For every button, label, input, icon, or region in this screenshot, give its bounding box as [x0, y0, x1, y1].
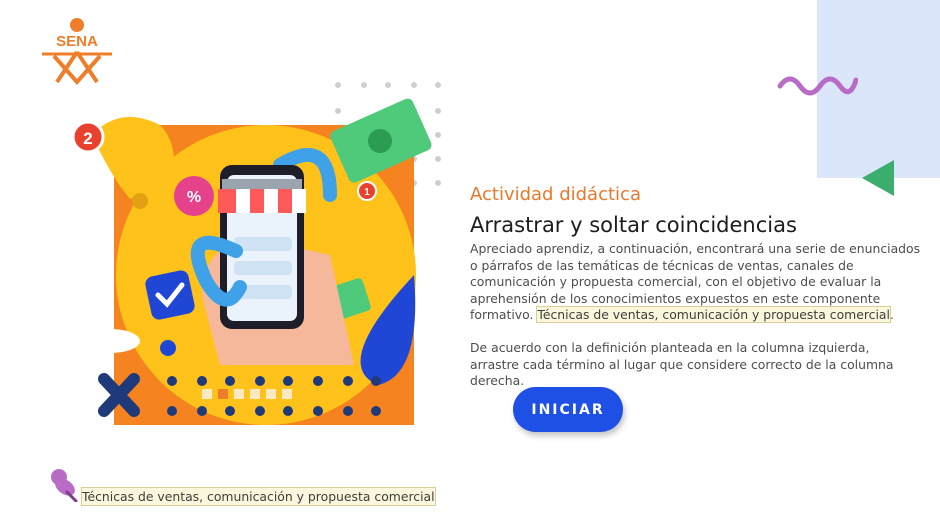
percent-badge-icon: %: [174, 176, 214, 216]
pushpin-icon: [51, 469, 78, 502]
check-icon: [145, 270, 195, 320]
description-end: .: [889, 307, 894, 322]
wave-squiggle-icon: [777, 76, 858, 96]
small-badge-count: 1: [364, 187, 370, 198]
activity-eyebrow: Actividad didáctica: [470, 184, 641, 205]
sena-logo-text: SENA: [56, 33, 98, 50]
notification-count: 2: [83, 129, 92, 148]
activity-title: Arrastrar y soltar coincidencias: [470, 213, 797, 237]
notification-badge: 2: [71, 120, 105, 154]
hero-illustration: 2 % 1: [71, 82, 441, 425]
discount-symbol: %: [187, 189, 201, 206]
triangle-play-icon: [862, 160, 894, 196]
storefront-awning-icon: [218, 179, 306, 213]
description-highlight: Técnicas de ventas, comunicación y propu…: [536, 306, 891, 323]
activity-description: Apreciado aprendiz, a continuación, enco…: [470, 241, 922, 324]
start-button[interactable]: INICIAR: [513, 387, 623, 432]
activity-instructions: De acuerdo con la definición planteada e…: [470, 340, 894, 388]
footer-course-title: Técnicas de ventas, comunicación y propu…: [81, 487, 436, 506]
